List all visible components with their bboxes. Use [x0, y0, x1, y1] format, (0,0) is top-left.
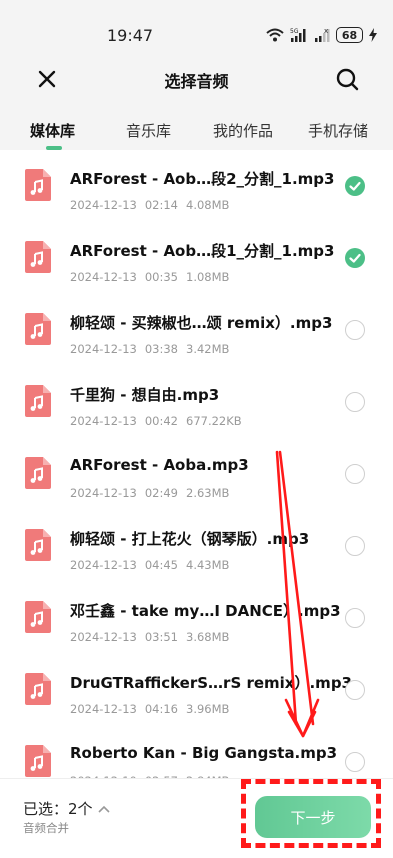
tab-bar: 媒体库 音乐库 我的作品 手机存储	[0, 108, 393, 150]
file-meta: 2024-12-13 04:16 3.96MB	[70, 702, 237, 716]
selected-count[interactable]: 已选：2个	[23, 798, 111, 819]
audio-file-list[interactable]: ARForest - Aob…段2_分割_1.mp3 2024-12-13 02:1…	[0, 150, 393, 778]
file-date: 2024-12-13	[70, 270, 137, 284]
audio-file-icon	[25, 169, 51, 201]
status-icons: 5G x 68	[266, 25, 377, 45]
file-name: ARForest - Aoba.mp3	[70, 456, 249, 474]
audio-file-icon	[25, 241, 51, 273]
file-time: 02:14	[144, 198, 178, 212]
file-size: 677.22KB	[186, 414, 242, 428]
list-item[interactable]: ARForest - Aoba.mp3 2024-12-13 02:49 2.63MB	[0, 438, 393, 510]
list-item[interactable]: 邓壬鑫 - take my…I DANCE）.mp3 2024-12-13 03:5…	[0, 582, 393, 654]
file-size: 4.08MB	[186, 198, 230, 212]
file-meta: 2024-12-13 03:51 3.68MB	[70, 630, 237, 644]
tab-phone-storage[interactable]: 手机存储	[308, 120, 368, 141]
file-date: 2024-12-13	[70, 486, 137, 500]
header: 选择音频	[0, 52, 393, 108]
file-size: 1.08MB	[186, 270, 230, 284]
check-icon	[349, 253, 361, 263]
list-item[interactable]: 千里狗 - 想自由.mp3 2024-12-13 00:42 677.22KB	[0, 366, 393, 438]
status-time: 19:47	[107, 26, 154, 45]
audio-file-icon	[25, 313, 51, 345]
audio-file-icon	[25, 529, 51, 561]
checkbox-checked[interactable]	[345, 176, 365, 196]
file-name: 千里狗 - 想自由.mp3	[70, 386, 220, 404]
file-meta: 2024-12-13 03:38 3.42MB	[70, 342, 237, 356]
list-item[interactable]: Roberto Kan - Big Gangsta.mp32024-12-100…	[0, 726, 393, 778]
file-name: DruGTRaffickerS…rS remix）.mp3	[70, 674, 352, 692]
file-time: 04:16	[144, 702, 178, 716]
file-time: 03:38	[144, 342, 178, 356]
merge-label: 音频合并	[23, 821, 69, 835]
check-icon	[349, 181, 361, 191]
file-name: 邓壬鑫 - take my…I DANCE）.mp3	[70, 602, 341, 620]
file-date: 2024-12-13	[70, 558, 137, 572]
chevron-up-icon	[97, 805, 110, 813]
tab-music-library[interactable]: 音乐库	[126, 120, 171, 141]
file-name: ARForest - Aob…段2_分割_1.mp3	[70, 170, 335, 188]
signal-icon: x	[315, 27, 330, 42]
checkbox-checked[interactable]	[345, 248, 365, 268]
checkbox-unchecked[interactable]	[345, 320, 365, 340]
file-time: 03:51	[144, 630, 178, 644]
wifi-icon	[266, 28, 284, 42]
search-icon[interactable]	[334, 66, 360, 92]
file-date: 2024-12-13	[70, 702, 137, 716]
file-time: 00:42	[144, 414, 178, 428]
checkbox-unchecked[interactable]	[345, 392, 365, 412]
footer-bar: 已选：2个 音频合并 下一步	[0, 778, 393, 858]
file-date: 2024-12-13	[70, 342, 137, 356]
file-meta: 2024-12-13 02:49 2.63MB	[70, 486, 237, 500]
audio-file-icon	[25, 601, 51, 633]
checkbox-unchecked[interactable]	[345, 608, 365, 628]
tab-media-library[interactable]: 媒体库	[30, 120, 75, 141]
file-time: 02:49	[144, 486, 178, 500]
file-size: 2.63MB	[186, 486, 230, 500]
tab-my-works[interactable]: 我的作品	[213, 120, 273, 141]
file-size: 3.42MB	[186, 342, 230, 356]
file-date: 2024-12-13	[70, 198, 137, 212]
list-item[interactable]: DruGTRaffickerS…rS remix）.mp3 2024-12-13 0…	[0, 654, 393, 726]
audio-file-icon	[25, 457, 51, 489]
file-meta: 2024-12-13 04:45 4.43MB	[70, 558, 237, 572]
battery-icon: 68	[336, 27, 363, 43]
file-date: 2024-12-13	[70, 414, 137, 428]
audio-file-icon	[25, 745, 51, 777]
checkbox-unchecked[interactable]	[345, 464, 365, 484]
list-item[interactable]: ARForest - Aob…段1_分割_1.mp3 2024-12-13 00:3…	[0, 222, 393, 294]
list-item[interactable]: 柳轻颂 - 打上花火（钢琴版）.mp3 2024-12-13 04:45 4.43MB	[0, 510, 393, 582]
file-meta: 2024-12-13 00:42 677.22KB	[70, 414, 250, 428]
file-size: 3.96MB	[186, 702, 230, 716]
5g-signal-icon: 5G	[290, 28, 306, 42]
selected-count-label: 已选：2个	[23, 800, 93, 818]
audio-file-icon	[25, 673, 51, 705]
checkbox-unchecked[interactable]	[345, 536, 365, 556]
checkbox-unchecked[interactable]	[345, 752, 365, 772]
audio-file-icon	[25, 385, 51, 417]
checkbox-unchecked[interactable]	[345, 680, 365, 700]
file-name: 柳轻颂 - 买辣椒也…颂 remix）.mp3	[70, 314, 333, 332]
file-size: 3.68MB	[186, 630, 230, 644]
file-date: 2024-12-13	[70, 630, 137, 644]
list-item[interactable]: ARForest - Aob…段2_分割_1.mp3 2024-12-13 02:1…	[0, 150, 393, 222]
svg-text:5G: 5G	[290, 28, 299, 35]
file-name: 柳轻颂 - 打上花火（钢琴版）.mp3	[70, 530, 310, 548]
file-time: 04:45	[144, 558, 178, 572]
svg-text:x: x	[324, 27, 328, 35]
file-name: ARForest - Aob…段1_分割_1.mp3	[70, 242, 335, 260]
next-step-button[interactable]: 下一步	[255, 796, 371, 838]
file-meta: 2024-12-13 02:14 4.08MB	[70, 198, 237, 212]
charging-icon	[369, 28, 377, 42]
file-time: 00:35	[144, 270, 178, 284]
list-item[interactable]: 柳轻颂 - 买辣椒也…颂 remix）.mp3 2024-12-13 03:38 3.…	[0, 294, 393, 366]
file-name: Roberto Kan - Big Gangsta.mp3	[70, 744, 338, 762]
file-size: 4.43MB	[186, 558, 230, 572]
file-meta: 2024-12-13 00:35 1.08MB	[70, 270, 237, 284]
